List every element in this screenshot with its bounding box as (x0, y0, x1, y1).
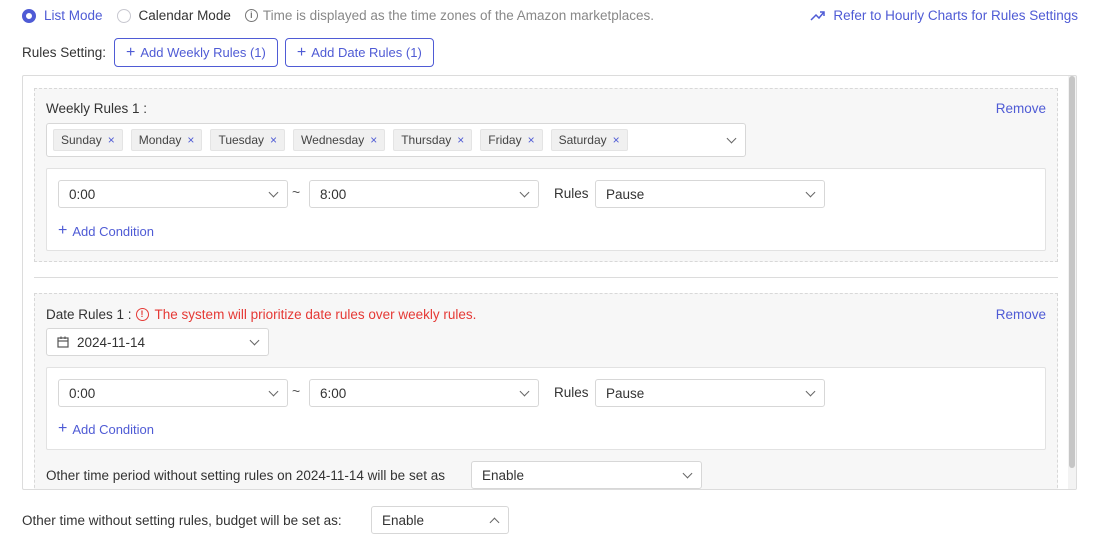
date-picker[interactable]: 2024-11-14 (46, 328, 269, 356)
date-rules-card: Date Rules 1 : ! The system will priorit… (34, 293, 1058, 489)
hourly-charts-link-text[interactable]: Refer to Hourly Charts for Rules Setting… (833, 8, 1078, 23)
weekday-tag-label: Tuesday (218, 133, 265, 147)
chevron-down-icon (249, 335, 260, 346)
scrollbar-thumb[interactable] (1069, 76, 1075, 468)
list-mode-radio[interactable] (22, 8, 36, 23)
date-other-period-label: Other time period without setting rules … (46, 468, 445, 483)
weekly-rules-label: Rules (554, 186, 589, 201)
weekday-tag-label: Friday (488, 133, 522, 147)
date-start-time-select[interactable]: 0:00 (58, 379, 288, 407)
date-add-condition-button[interactable]: + Add Condition (58, 421, 154, 437)
weekly-rule-action-select[interactable]: Pause (595, 180, 825, 208)
date-other-period-select[interactable]: Enable (471, 461, 702, 489)
date-rules-label: Rules (554, 385, 589, 400)
rules-setting-label: Rules Setting: (22, 45, 107, 60)
weekdays-multiselect[interactable]: Sunday × Monday × Tuesday × Wednesday × Thursday… (46, 123, 746, 157)
close-icon[interactable]: × (613, 133, 620, 147)
weekly-add-condition-label: Add Condition (72, 223, 155, 239)
default-budget-select[interactable]: Enable (371, 506, 509, 534)
weekday-tag: Monday × (130, 129, 203, 151)
calendar-mode-label[interactable]: Calendar Mode (139, 8, 231, 23)
add-weekly-rules-label: Add Weekly Rules (1) (140, 45, 266, 60)
weekly-rule-action-value: Pause (606, 186, 645, 202)
date-start-time-value: 0:00 (69, 385, 96, 401)
default-budget-label: Other time without setting rules, budget… (22, 513, 342, 528)
weekday-tag: Sunday × (53, 129, 123, 151)
plus-icon: + (126, 43, 136, 61)
weekly-rules-title: Weekly Rules 1 : (46, 101, 148, 116)
timezone-info-text: Time is displayed as the time zones of t… (262, 8, 655, 23)
close-icon[interactable]: × (370, 133, 377, 147)
section-divider (34, 277, 1058, 278)
default-budget-value: Enable (382, 512, 425, 528)
date-time-rule: 0:00 ~ 6:00 Rules Pause + Add Condition (46, 367, 1046, 450)
warning-icon: ! (135, 308, 149, 321)
rules-setting-row: Rules Setting: + Add Weekly Rules (1) + … (22, 38, 434, 67)
weekday-tag: Tuesday × (210, 129, 286, 151)
chevron-down-icon (805, 187, 816, 198)
close-icon[interactable]: × (270, 133, 277, 147)
add-date-rules-label: Add Date Rules (1) (311, 45, 422, 60)
chevron-down-icon (268, 187, 279, 198)
weekday-tag: Thursday × (393, 129, 473, 151)
chevron-down-icon (805, 386, 816, 397)
plus-icon: + (296, 43, 307, 61)
weekly-end-time-value: 8:00 (320, 186, 347, 202)
weekday-tag-label: Saturday (558, 133, 607, 147)
date-end-time-value: 6:00 (320, 385, 347, 401)
weekday-tag-label: Sunday (61, 133, 102, 147)
calendar-mode-radio[interactable] (116, 8, 131, 23)
add-weekly-rules-button[interactable]: + Add Weekly Rules (1) (114, 38, 278, 67)
date-other-period-value: Enable (482, 467, 525, 483)
plus-icon: + (58, 222, 68, 239)
chevron-up-icon (489, 517, 500, 528)
rules-scroll-container[interactable]: Weekly Rules 1 : Remove Sunday × Monday × Tu… (22, 75, 1077, 490)
weekly-remove-link[interactable]: Remove (996, 101, 1046, 116)
chevron-down-icon (519, 386, 530, 397)
plus-icon: + (58, 420, 68, 437)
date-rules-title: Date Rules 1 : (46, 307, 132, 322)
weekly-add-condition-button[interactable]: + Add Condition (58, 223, 154, 239)
calendar-icon (57, 336, 69, 348)
close-icon[interactable]: × (108, 133, 115, 147)
date-rule-action-select[interactable]: Pause (595, 379, 825, 407)
weekly-time-rule: 0:00 ~ 8:00 Rules Pause + Add Condition (46, 168, 1046, 251)
close-icon[interactable]: × (187, 133, 194, 147)
date-rules-warning: The system will prioritize date rules ov… (154, 307, 477, 322)
weekday-tag: Wednesday × (293, 129, 386, 151)
vertical-scrollbar[interactable] (1068, 76, 1076, 489)
close-icon[interactable]: × (457, 133, 464, 147)
weekday-tag: Saturday × (550, 129, 628, 151)
chevron-down-icon (519, 187, 530, 198)
weekday-tag-label: Thursday (401, 133, 452, 147)
weekly-rules-card: Weekly Rules 1 : Remove Sunday × Monday × Tu… (34, 88, 1058, 262)
range-separator: ~ (292, 184, 301, 200)
info-icon: i (244, 9, 258, 22)
date-picker-value: 2024-11-14 (77, 334, 146, 350)
weekday-tag-label: Wednesday (301, 133, 365, 147)
trend-icon (810, 10, 826, 21)
weekly-start-time-select[interactable]: 0:00 (58, 180, 288, 208)
mode-selector: List Mode Calendar Mode i Time is displa… (22, 8, 654, 23)
date-add-condition-label: Add Condition (72, 421, 155, 437)
date-rule-action-value: Pause (606, 385, 645, 401)
chevron-down-icon (726, 133, 737, 144)
date-end-time-select[interactable]: 6:00 (309, 379, 539, 407)
weekday-tag: Friday × (480, 129, 543, 151)
list-mode-label[interactable]: List Mode (44, 8, 103, 23)
close-icon[interactable]: × (528, 133, 535, 147)
date-remove-link[interactable]: Remove (996, 307, 1046, 322)
chevron-down-icon (268, 386, 279, 397)
weekly-start-time-value: 0:00 (69, 186, 96, 202)
chevron-down-icon (682, 468, 693, 479)
weekday-tags: Sunday × Monday × Tuesday × Wednesday × Thursday… (53, 129, 636, 151)
weekly-end-time-select[interactable]: 8:00 (309, 180, 539, 208)
range-separator: ~ (292, 383, 301, 399)
weekday-tag-label: Monday (138, 133, 182, 147)
hourly-charts-link[interactable]: Refer to Hourly Charts for Rules Setting… (810, 8, 1078, 23)
add-date-rules-button[interactable]: + Add Date Rules (1) (284, 38, 434, 67)
date-rules-header: Date Rules 1 : ! The system will priorit… (46, 307, 476, 322)
